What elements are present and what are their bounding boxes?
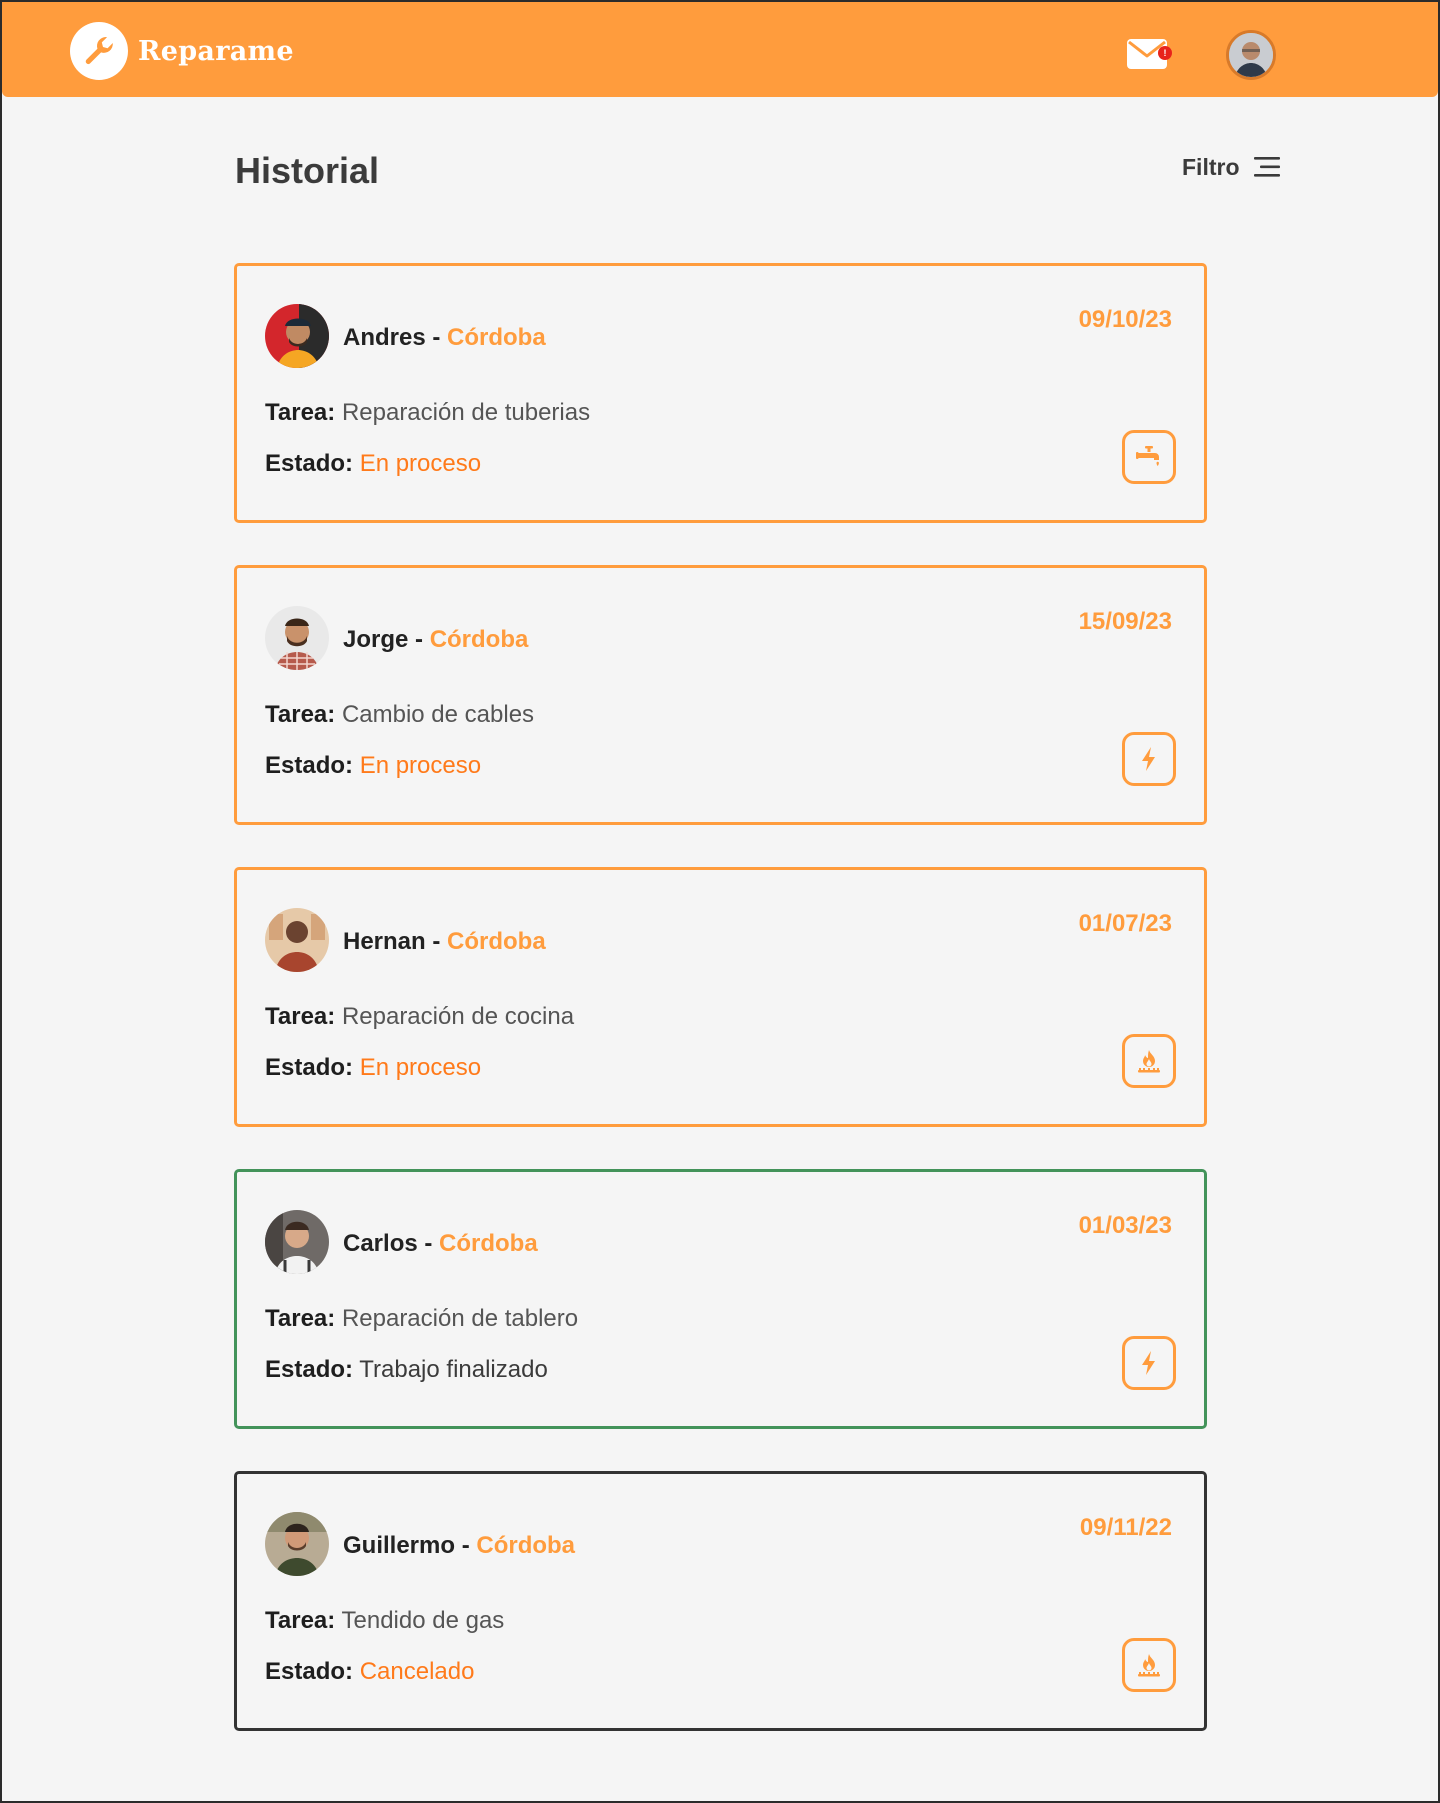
- name-separator: -: [417, 1230, 440, 1257]
- worker-city: Córdoba: [447, 324, 546, 351]
- job-date: 09/10/23: [1078, 306, 1172, 333]
- filter-button[interactable]: Filtro: [1182, 152, 1280, 182]
- top-navbar: Reparame !: [2, 2, 1438, 97]
- worker-avatar: [265, 908, 329, 972]
- task-label: Tarea:: [265, 399, 336, 426]
- task-line: Tarea: Reparación de cocina: [265, 1003, 574, 1031]
- task-line: Tarea: Tendido de gas: [265, 1607, 504, 1635]
- task-line: Tarea: Reparación de tablero: [265, 1305, 578, 1333]
- gas-flame-icon: [1138, 1654, 1160, 1677]
- history-card[interactable]: Carlos - Córdoba 01/03/23 Tarea: Reparac…: [234, 1169, 1207, 1429]
- state-value: Cancelado: [359, 1658, 475, 1685]
- task-value: Tendido de gas: [341, 1607, 505, 1634]
- history-card[interactable]: Andres - Córdoba 09/10/23 Tarea: Reparac…: [234, 263, 1207, 523]
- category-badge: [1122, 1638, 1176, 1692]
- worker-name-line: Carlos - Córdoba: [343, 1230, 538, 1258]
- worker-avatar: [265, 304, 329, 368]
- state-line: Estado: En proceso: [265, 1054, 481, 1082]
- worker-name-line: Guillermo - Córdoba: [343, 1532, 575, 1560]
- state-label: Estado:: [265, 1658, 354, 1685]
- task-value: Cambio de cables: [341, 701, 535, 728]
- worker-name: Carlos: [343, 1230, 418, 1257]
- job-date: 15/09/23: [1078, 608, 1172, 635]
- worker-name-line: Andres - Córdoba: [343, 324, 546, 352]
- state-label: Estado:: [265, 752, 354, 779]
- state-label: Estado:: [265, 1356, 354, 1383]
- state-value: En proceso: [359, 450, 482, 477]
- task-value: Reparación de cocina: [341, 1003, 575, 1030]
- notification-badge: !: [1158, 46, 1172, 60]
- app-frame: Reparame ! Historial Filtro Andres - Cór…: [0, 0, 1440, 1803]
- history-card[interactable]: Hernan - Córdoba 01/07/23 Tarea: Reparac…: [234, 867, 1207, 1127]
- brand[interactable]: Reparame: [70, 22, 294, 80]
- state-line: Estado: Cancelado: [265, 1658, 474, 1686]
- task-line: Tarea: Cambio de cables: [265, 701, 534, 729]
- name-separator: -: [425, 324, 448, 351]
- task-label: Tarea:: [265, 1607, 336, 1634]
- state-label: Estado:: [265, 450, 354, 477]
- task-label: Tarea:: [265, 1003, 336, 1030]
- job-date: 09/11/22: [1079, 1514, 1172, 1541]
- state-value: En proceso: [359, 752, 482, 779]
- task-line: Tarea: Reparación de tuberias: [265, 399, 590, 427]
- state-value: Trabajo finalizado: [359, 1356, 548, 1383]
- worker-name: Andres: [343, 324, 426, 351]
- task-label: Tarea:: [265, 1305, 336, 1332]
- worker-name-line: Jorge - Córdoba: [343, 626, 528, 654]
- task-label: Tarea:: [265, 701, 336, 728]
- history-card[interactable]: Jorge - Córdoba 15/09/23 Tarea: Cambio d…: [234, 565, 1207, 825]
- name-separator: -: [425, 928, 448, 955]
- job-date: 01/03/23: [1078, 1212, 1172, 1239]
- menu-lines-icon: [1253, 157, 1280, 177]
- user-avatar[interactable]: [1226, 30, 1276, 80]
- messages-button[interactable]: !: [1126, 36, 1172, 72]
- task-value: Reparación de tablero: [341, 1305, 579, 1332]
- state-line: Estado: Trabajo finalizado: [265, 1356, 548, 1384]
- worker-city: Córdoba: [476, 1532, 576, 1559]
- gas-flame-icon: [1138, 1050, 1160, 1073]
- worker-name: Hernan: [343, 928, 426, 955]
- worker-name: Jorge: [343, 626, 409, 653]
- wrench-logo-icon: [70, 22, 128, 80]
- worker-name: Guillermo: [343, 1532, 456, 1559]
- category-badge: [1122, 732, 1176, 786]
- lightning-icon: [1142, 747, 1155, 771]
- history-card[interactable]: Guillermo - Córdoba 09/11/22 Tarea: Tend…: [234, 1471, 1207, 1731]
- filter-label: Filtro: [1182, 153, 1240, 180]
- job-date: 01/07/23: [1078, 910, 1172, 937]
- state-label: Estado:: [265, 1054, 354, 1081]
- worker-city: Córdoba: [429, 626, 529, 653]
- worker-avatar: [265, 1512, 329, 1576]
- category-badge: [1122, 430, 1176, 484]
- state-line: Estado: En proceso: [265, 752, 481, 780]
- page-title: Historial: [235, 150, 380, 191]
- lightning-icon: [1142, 1351, 1155, 1375]
- state-line: Estado: En proceso: [265, 450, 481, 478]
- worker-avatar: [265, 1210, 329, 1274]
- worker-city: Córdoba: [439, 1230, 538, 1257]
- task-value: Reparación de tuberias: [341, 399, 591, 426]
- name-separator: -: [455, 1532, 477, 1559]
- worker-name-line: Hernan - Córdoba: [343, 928, 546, 956]
- worker-city: Córdoba: [447, 928, 546, 955]
- brand-name: Reparame: [138, 35, 294, 67]
- worker-avatar: [265, 606, 329, 670]
- name-separator: -: [408, 626, 430, 653]
- category-badge: [1122, 1336, 1176, 1390]
- category-badge: [1122, 1034, 1176, 1088]
- faucet-icon: [1136, 446, 1159, 466]
- state-value: En proceso: [359, 1054, 482, 1081]
